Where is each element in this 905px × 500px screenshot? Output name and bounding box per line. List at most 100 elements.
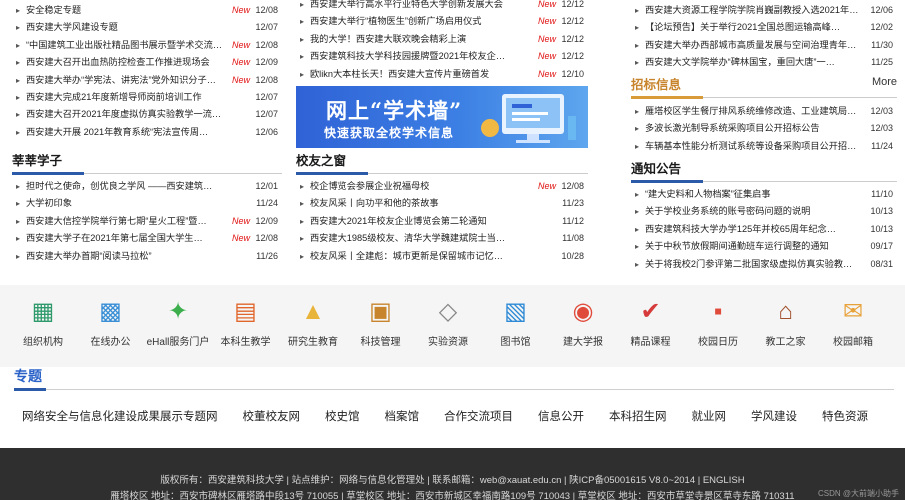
news-item[interactable]: ▸ 校友风采丨向功平和他的茶故事 11/23 — [296, 195, 588, 212]
news-item[interactable]: ▸ 西安建大资源工程学院学院肖巍副教授入选2021年… 12/06 — [631, 2, 897, 19]
news-title[interactable]: 我的大学！西安建大联欢晚会精彩上演 — [310, 31, 466, 48]
news-item[interactable]: ▸ 大学初印象 11/24 — [12, 195, 282, 212]
topic-link[interactable]: 合作交流项目 — [444, 411, 513, 423]
news-title[interactable]: “建大史料和人物档案”征集启事 — [645, 186, 771, 203]
news-item[interactable]: ▸ 西安建大学子在2021年第七届全国大学生… New 12/08 — [12, 230, 282, 247]
quick-link[interactable]: ✉ 校园邮箱 — [818, 297, 888, 348]
news-title[interactable]: 欧likn大本柱长天！西安建大宣传片重磅首发 — [310, 66, 489, 83]
news-item[interactable]: ▸ 关于学校业务系统的账号密码问题的说明 10/13 — [631, 203, 897, 220]
news-title[interactable]: 西安建大举办“学宪法、讲宪法”党外知识分子宪… — [26, 72, 222, 89]
more-link[interactable]: More — [872, 76, 897, 88]
news-item[interactable]: ▸ 安全稳定专题 New 12/08 — [12, 2, 282, 19]
news-item[interactable]: ▸ 西安建大举办首期“阅读马拉松” 11/26 — [12, 248, 282, 265]
quick-link[interactable]: ▧ 图书馆 — [481, 297, 551, 348]
news-title[interactable]: 西安建大召开2021年度虚拟仿真实验教学一流… — [26, 106, 221, 123]
topic-link[interactable]: 校史馆 — [325, 411, 360, 423]
news-item[interactable]: ▸ 西安建大文学院举办“碑林国宝，重回大唐”一… 11/25 — [631, 54, 897, 71]
news-title[interactable]: 西安建大举办西部城市高质量发展与空间治理青年… — [645, 37, 856, 54]
news-title[interactable]: 西安建大举行高水平行业特色大学创新发展大会 — [310, 0, 503, 13]
news-item[interactable]: ▸ 雁塔校区学生餐厅排风系统维修改造、工业建筑局… 12/03 — [631, 103, 897, 120]
news-item[interactable]: ▸ 西安建大完成21年度新增导师岗前培训工作 12/07 — [12, 89, 282, 106]
news-title[interactable]: “中国建筑工业出版社精品图书展示暨学术交流中… — [26, 37, 222, 54]
quick-link[interactable]: ✔ 精品课程 — [616, 297, 686, 348]
quick-link[interactable]: ⌂ 教工之家 — [751, 297, 821, 348]
news-title[interactable]: 西安建筑科技大学科技园援牌暨2021年校友企业… — [310, 48, 510, 65]
news-title[interactable]: 关于学校业务系统的账号密码问题的说明 — [645, 203, 810, 220]
topic-link[interactable]: 档案馆 — [385, 411, 420, 423]
quick-link[interactable]: ◉ 建大学报 — [548, 297, 618, 348]
quick-link[interactable]: ▩ 在线办公 — [76, 297, 146, 348]
news-item[interactable]: ▸ “中国建筑工业出版社精品图书展示暨学术交流中… New 12/08 — [12, 37, 282, 54]
news-item[interactable]: ▸ 我的大学！西安建大联欢晚会精彩上演 New 12/12 — [296, 31, 588, 48]
quick-link[interactable]: ▦ 组织机构 — [8, 297, 78, 348]
news-title[interactable]: 西安建大召开出血热防控检查工作推进现场会 — [26, 54, 210, 71]
monitor-icon: ▩ — [99, 298, 122, 325]
news-title[interactable]: 西安建大学子在2021年第七届全国大学生… — [26, 230, 203, 247]
quick-link[interactable]: ✦ eHall服务门户 — [143, 297, 213, 348]
news-item[interactable]: ▸ 西安建大1985级校友、清华大学魏建斌院士当… 11/08 — [296, 230, 588, 247]
news-title[interactable]: 安全稳定专题 — [26, 2, 81, 19]
news-item[interactable]: ▸ 西安建大开展 2021年教育系统“宪法宣传周… 12/06 — [12, 124, 282, 141]
news-item[interactable]: ▸ 西安建大召开出血热防控检查工作推进现场会 New 12/09 — [12, 54, 282, 71]
news-title[interactable]: 【论坛预告】关于举行2021全国总图运输高峰… — [645, 19, 840, 36]
news-item[interactable]: ▸ 【论坛预告】关于举行2021全国总图运输高峰… 12/02 — [631, 19, 897, 36]
news-title[interactable]: 关于中秋节放假期间通勤班车运行调整的通知 — [645, 238, 829, 255]
news-title[interactable]: 西安建大学风建设专题 — [26, 19, 118, 36]
news-item[interactable]: ▸ 西安建大学风建设专题 12/07 — [12, 19, 282, 36]
news-title[interactable]: 大学初印象 — [26, 195, 72, 212]
bullet-icon: ▸ — [300, 182, 305, 191]
org-chart-icon: ▦ — [31, 298, 55, 325]
news-title[interactable]: 担时代之使命，创优良之学风 ——西安建筑… — [26, 178, 212, 195]
news-item[interactable]: ▸ 欧likn大本柱长天！西安建大宣传片重磅首发 New 12/10 — [296, 66, 588, 83]
bullet-icon: ▸ — [300, 251, 305, 261]
news-item[interactable]: ▸ 西安建筑科技大学科技园援牌暨2021年校友企业… New 12/12 — [296, 48, 588, 65]
news-title[interactable]: 西安建大完成21年度新增导师岗前培训工作 — [26, 89, 202, 106]
quick-link[interactable]: ▪ 校园日历 — [683, 297, 753, 348]
news-item[interactable]: ▸ 车辆基本性能分析测试系统等设备采购项目公开招… 11/24 — [631, 138, 897, 155]
news-item[interactable]: ▸ 多波长激光制导系统采购项目公开招标公告 12/03 — [631, 120, 897, 137]
news-title[interactable]: 西安建大1985级校友、清华大学魏建斌院士当… — [310, 230, 505, 247]
news-item[interactable]: ▸ 担时代之使命，创优良之学风 ——西安建筑… 12/01 — [12, 178, 282, 195]
news-title[interactable]: 关于将我校2门参评第二批国家级虚拟仿真实验教… — [645, 256, 852, 273]
news-item[interactable]: ▸ 西安建大举行高水平行业特色大学创新发展大会 New 12/12 — [296, 0, 588, 13]
topic-link[interactable]: 就业网 — [692, 411, 727, 423]
quick-link[interactable]: ◇ 实验资源 — [413, 297, 483, 348]
news-item[interactable]: ▸ 关于中秋节放假期间通勤班车运行调整的通知 09/17 — [631, 238, 897, 255]
news-item[interactable]: ▸ “建大史料和人物档案”征集启事 11/10 — [631, 186, 897, 203]
news-title[interactable]: 校友风采丨向功平和他的茶故事 — [310, 195, 439, 212]
news-item[interactable]: ▸ 西安建大2021年校友企业博览会第二轮通知 11/12 — [296, 213, 588, 230]
news-title[interactable]: 车辆基本性能分析测试系统等设备采购项目公开招… — [645, 138, 856, 155]
topic-link[interactable]: 信息公开 — [538, 411, 584, 423]
quick-link[interactable]: ▣ 科技管理 — [346, 297, 416, 348]
news-item[interactable]: ▸ 关于将我校2门参评第二批国家级虚拟仿真实验教… 08/31 — [631, 256, 897, 273]
news-item[interactable]: ▸ 西安建大举办“学宪法、讲宪法”党外知识分子宪… New 12/08 — [12, 72, 282, 89]
news-title[interactable]: 多波长激光制导系统采购项目公开招标公告 — [645, 120, 820, 137]
topic-link[interactable]: 校董校友网 — [243, 411, 301, 423]
news-title[interactable]: 校友风采丨全建彪：城市更新是保留城市记忆… — [310, 248, 503, 265]
news-item[interactable]: ▸ 西安建大召开2021年度虚拟仿真实验教学一流… 12/07 — [12, 106, 282, 123]
news-item[interactable]: ▸ 校友风采丨全建彪：城市更新是保留城市记忆… 10/28 — [296, 248, 588, 265]
topic-link[interactable]: 网络安全与信息化建设成果展示专题网 — [22, 411, 218, 423]
news-item[interactable]: ▸ 西安建大信控学院举行第七期“星火工程”暨… New 12/09 — [12, 213, 282, 230]
news-title[interactable]: 雁塔校区学生餐厅排风系统维修改造、工业建筑局… — [645, 103, 856, 120]
quick-link[interactable]: ▲ 研究生教育 — [278, 297, 348, 348]
news-title[interactable]: 西安建大信控学院举行第七期“星火工程”暨… — [26, 213, 207, 230]
news-title[interactable]: 西安建大2021年校友企业博览会第二轮通知 — [310, 213, 487, 230]
quick-link[interactable]: ▤ 本科生教学 — [211, 297, 281, 348]
news-title[interactable]: 西安建大资源工程学院学院肖巍副教授入选2021年… — [645, 2, 858, 19]
academic-wall-banner[interactable]: 网上“学术墙” 快速获取全校学术信息 — [296, 86, 588, 148]
huahua-news-list: ▸ 担时代之使命，创优良之学风 ——西安建筑… 12/01 ▸ 大学初印象 11/24 ▸ 西… — [12, 178, 282, 265]
news-item[interactable]: ▸ 西安建筑科技大学办学125年并校65周年纪念… 10/13 — [631, 221, 897, 238]
news-title[interactable]: 西安建大开展 2021年教育系统“宪法宣传周… — [26, 124, 208, 141]
news-title[interactable]: 西安建大举办首期“阅读马拉松” — [26, 248, 152, 265]
news-item[interactable]: ▸ 西安建大举行“植物医生”创新广场启用仪式 New 12/12 — [296, 13, 588, 30]
news-title[interactable]: 西安建大文学院举办“碑林国宝，重回大唐”一… — [645, 54, 835, 71]
topic-link[interactable]: 学风建设 — [751, 411, 797, 423]
news-item[interactable]: ▸ 西安建大举办西部城市高质量发展与空间治理青年… 11/30 — [631, 37, 897, 54]
news-title[interactable]: 西安建筑科技大学办学125年并校65周年纪念… — [645, 221, 836, 238]
topic-link[interactable]: 特色资源 — [822, 411, 868, 423]
news-item[interactable]: ▸ 校企博览会参展企业祝福母校 New 12/08 — [296, 178, 588, 195]
news-title[interactable]: 西安建大举行“植物医生”创新广场启用仪式 — [310, 13, 482, 30]
news-title[interactable]: 校企博览会参展企业祝福母校 — [310, 178, 429, 195]
topic-link[interactable]: 本科招生网 — [609, 411, 667, 423]
